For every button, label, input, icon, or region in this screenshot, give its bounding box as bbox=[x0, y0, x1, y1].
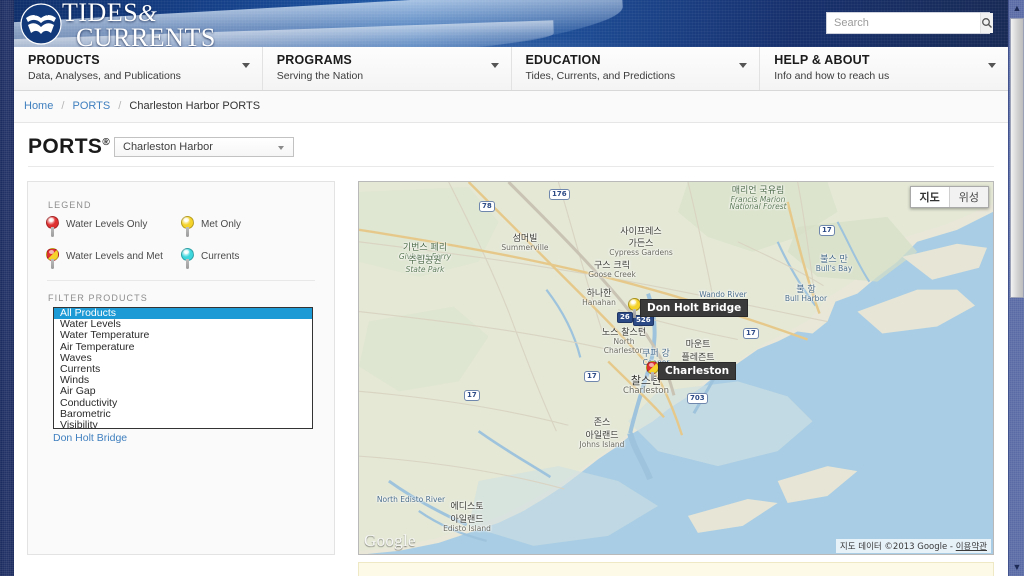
registered-mark: ® bbox=[102, 137, 111, 148]
nav-subtitle: Data, Analyses, and Publications bbox=[28, 70, 181, 82]
filter-products-listbox[interactable]: All Products Water Levels Water Temperatur… bbox=[53, 307, 313, 429]
map-type-satellite-button[interactable]: 위성 bbox=[949, 187, 988, 207]
attribution-text: 지도 데이터 ©2013 Google - bbox=[839, 542, 956, 552]
nav-title: EDUCATION bbox=[525, 53, 601, 67]
panel-divider bbox=[47, 280, 315, 281]
nav-title: HELP & ABOUT bbox=[774, 53, 870, 67]
breadcrumb-separator: / bbox=[118, 100, 122, 112]
route-shield: 176 bbox=[549, 189, 570, 200]
map-pin-icon bbox=[181, 248, 194, 269]
route-shield: 17 bbox=[584, 371, 600, 382]
breadcrumb-current: Charleston Harbor PORTS bbox=[129, 100, 261, 112]
filter-option[interactable]: Currents bbox=[54, 363, 312, 375]
legend-item-water-levels-only: Water Levels Only bbox=[46, 216, 181, 237]
breadcrumb-bar: Home / PORTS / Charleston Harbor PORTS bbox=[14, 91, 1008, 123]
station-select-value: Charleston Harbor bbox=[123, 141, 213, 153]
vertical-scrollbar[interactable]: ▲ ▼ bbox=[1008, 0, 1024, 576]
route-shield: 17 bbox=[743, 328, 759, 339]
page-left-gutter bbox=[0, 0, 14, 576]
station-select[interactable]: Charleston Harbor bbox=[114, 137, 294, 157]
filter-option[interactable]: Air Gap bbox=[54, 386, 312, 397]
nav-item-help-about[interactable]: HELP & ABOUT Info and how to reach us bbox=[760, 47, 1008, 90]
attribution-terms-link[interactable]: 이용약관 bbox=[956, 542, 987, 552]
map-pin-icon bbox=[46, 248, 59, 269]
legend-label: Met Only bbox=[201, 219, 242, 230]
nav-item-education[interactable]: EDUCATION Tides, Currents, and Predictio… bbox=[512, 47, 761, 90]
nav-subtitle: Serving the Nation bbox=[276, 70, 364, 82]
map-attribution: 지도 데이터 ©2013 Google - 이용약관 bbox=[835, 539, 991, 553]
breadcrumb: Home / PORTS / Charleston Harbor PORTS bbox=[24, 100, 260, 112]
chevron-down-icon bbox=[278, 146, 284, 150]
legend-item-water-levels-and-met: Water Levels and Met bbox=[46, 248, 181, 269]
map-container[interactable]: 지도 위성 Google 지도 데이터 ©2013 Google - 이용약관 … bbox=[358, 181, 994, 555]
map-type-map-button[interactable]: 지도 bbox=[910, 187, 950, 207]
svg-text:NOAA: NOAA bbox=[34, 12, 48, 18]
page-title-text: PORTS bbox=[28, 135, 103, 158]
nav-subtitle: Info and how to reach us bbox=[774, 70, 890, 82]
nav-subtitle: Tides, Currents, and Predictions bbox=[525, 70, 676, 82]
legend-label: Currents bbox=[201, 251, 240, 262]
page-title-row: PORTS® Charleston Harbor bbox=[14, 123, 1008, 166]
search-icon bbox=[982, 18, 992, 28]
chevron-down-icon bbox=[241, 63, 250, 68]
filter-option[interactable]: Visibility bbox=[54, 419, 312, 428]
legend-item-currents: Currents bbox=[181, 248, 316, 269]
legend-label: Water Levels Only bbox=[66, 219, 148, 230]
nav-title: PRODUCTS bbox=[28, 53, 100, 67]
filter-option[interactable]: Water Temperature bbox=[54, 330, 312, 341]
nav-title: PROGRAMS bbox=[276, 53, 352, 67]
map-marker-tooltip[interactable]: Don Holt Bridge bbox=[640, 299, 749, 317]
page-title: PORTS® bbox=[28, 135, 110, 159]
search-input[interactable] bbox=[827, 13, 980, 33]
route-shield: 17 bbox=[464, 390, 480, 401]
site-masthead: NOAA TIDES& CURRENTS bbox=[14, 0, 1008, 47]
breadcrumb-home[interactable]: Home bbox=[24, 100, 53, 112]
search-button[interactable] bbox=[980, 13, 993, 33]
search-box[interactable] bbox=[826, 12, 993, 34]
map-pin-icon bbox=[181, 216, 194, 237]
map-type-controls[interactable]: 지도 위성 bbox=[909, 186, 989, 208]
main-navigation: PRODUCTS Data, Analyses, and Publication… bbox=[14, 47, 1008, 91]
title-divider bbox=[28, 166, 994, 167]
legend-filter-panel: LEGEND Water Levels Only Met Only Water … bbox=[27, 181, 335, 555]
scroll-down-icon[interactable]: ▼ bbox=[1009, 559, 1024, 576]
google-logo: Google bbox=[364, 531, 416, 550]
nav-item-products[interactable]: PRODUCTS Data, Analyses, and Publication… bbox=[14, 47, 263, 90]
filter-heading: FILTER PRODUCTS bbox=[48, 293, 148, 303]
browser-page: NOAA TIDES& CURRENTS PRODUCTS Data, Anal… bbox=[0, 0, 1024, 576]
station-link-don-holt-bridge[interactable]: Don Holt Bridge bbox=[53, 432, 127, 444]
brand-line2: CURRENTS bbox=[76, 23, 216, 48]
map-marker-tooltip[interactable]: Charleston bbox=[658, 362, 737, 380]
scrollbar-thumb[interactable] bbox=[1010, 18, 1024, 298]
map-pin-icon bbox=[46, 216, 59, 237]
chevron-down-icon bbox=[739, 63, 748, 68]
legend-label: Water Levels and Met bbox=[66, 251, 163, 262]
site-brand[interactable]: TIDES& CURRENTS bbox=[62, 0, 216, 48]
filter-option[interactable]: Air Temperature bbox=[54, 341, 312, 353]
noaa-logo[interactable]: NOAA bbox=[20, 3, 62, 45]
chevron-down-icon bbox=[490, 63, 499, 68]
legend-heading: LEGEND bbox=[48, 200, 92, 210]
bottom-info-panel bbox=[358, 562, 994, 576]
breadcrumb-separator: / bbox=[61, 100, 65, 112]
scroll-up-icon[interactable]: ▲ bbox=[1009, 0, 1024, 17]
chevron-down-icon bbox=[988, 63, 996, 68]
breadcrumb-ports[interactable]: PORTS bbox=[73, 100, 111, 112]
route-shield: 703 bbox=[687, 393, 708, 404]
nav-item-programs[interactable]: PROGRAMS Serving the Nation bbox=[263, 47, 512, 90]
route-shield: 17 bbox=[819, 225, 835, 236]
legend-list: Water Levels Only Met Only Water Levels … bbox=[46, 216, 316, 269]
legend-item-met-only: Met Only bbox=[181, 216, 316, 237]
route-shield: 78 bbox=[479, 201, 495, 212]
